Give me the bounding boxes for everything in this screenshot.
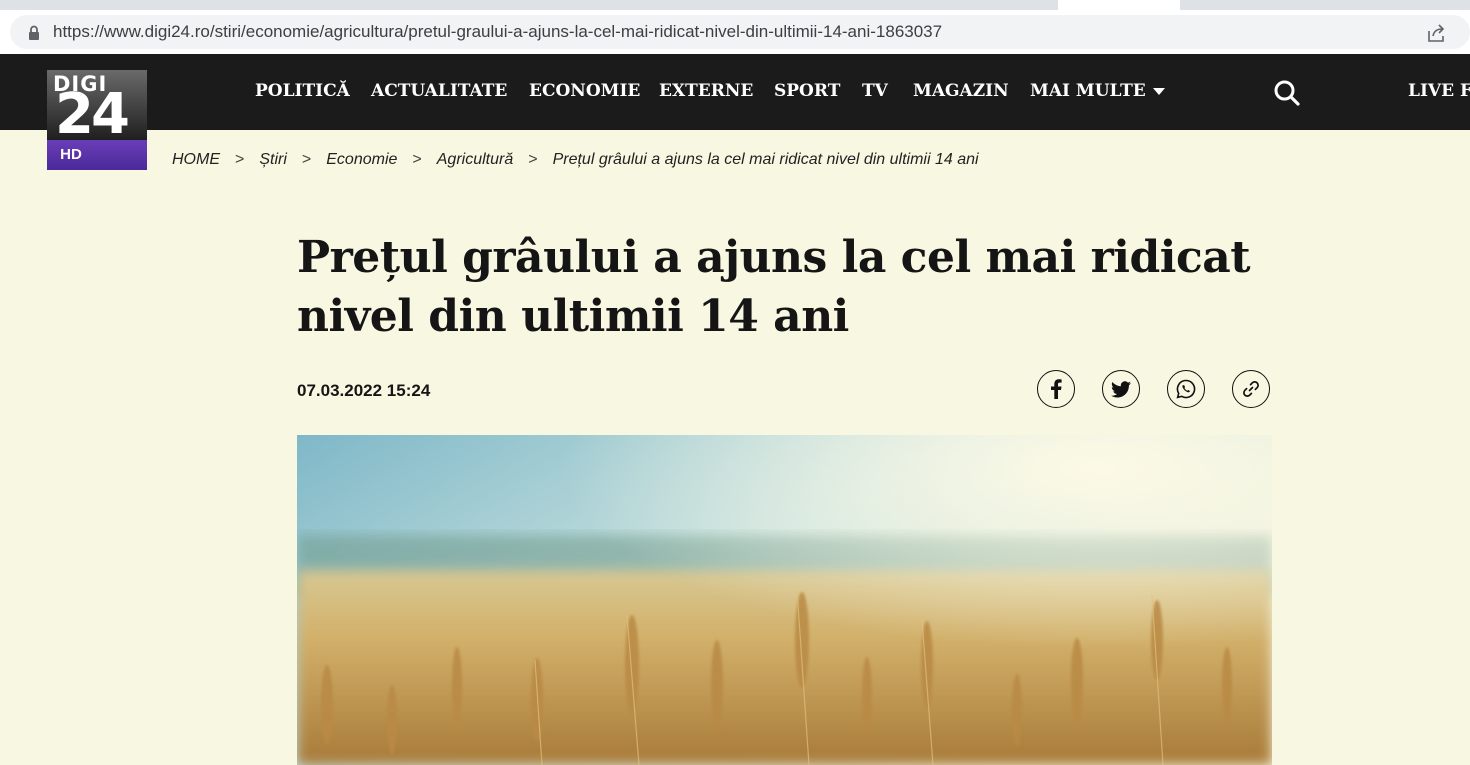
share-twitter-button[interactable] [1102,370,1140,408]
breadcrumb-separator: > [301,151,312,168]
site-navbar: POLITICĂ ACTUALITATE ECONOMIE EXTERNE SP… [0,54,1470,130]
article-date: 07.03.2022 15:24 [297,381,431,400]
browser-tab-active[interactable] [1058,0,1180,10]
breadcrumb-separator: > [235,151,245,168]
chevron-down-icon[interactable] [1153,88,1165,95]
copy-link-button[interactable] [1232,370,1270,408]
digi24-logo[interactable]: DIGI 24 HD [47,70,147,170]
nav-item-sport[interactable]: SPORT [774,81,840,101]
breadcrumb-separator: > [412,151,422,168]
nav-item-politica[interactable]: POLITICĂ [255,81,350,101]
lock-icon [29,25,39,40]
breadcrumb-current: Prețul grâului a ajuns la cel mai ridica… [552,151,979,168]
nav-item-externe[interactable]: EXTERNE [659,81,753,101]
nav-item-tv[interactable]: TV [862,81,888,101]
breadcrumb: HOME > Știri > Economie > Agricultură > Prețul g… [172,151,979,169]
share-page-icon[interactable] [1426,22,1448,44]
nav-item-magazin[interactable]: MAGAZIN [913,81,1009,101]
link-icon [1243,381,1259,397]
breadcrumb-agricultura[interactable]: Agricultură [437,151,513,168]
logo-hd-text: HD [60,146,82,163]
breadcrumb-home[interactable]: HOME [172,151,220,168]
breadcrumb-economie[interactable]: Economie [326,151,397,168]
twitter-icon [1111,380,1131,397]
share-facebook-button[interactable] [1037,370,1075,408]
nav-item-actualitate[interactable]: ACTUALITATE [371,81,507,101]
share-whatsapp-button[interactable] [1167,370,1205,408]
breadcrumb-separator: > [528,151,538,168]
url-text[interactable]: https://www.digi24.ro/stiri/economie/agr… [53,22,942,42]
nav-item-mai-multe[interactable]: MAI MULTE [1030,81,1146,101]
search-icon[interactable] [1272,78,1302,108]
logo-hd-badge: HD [47,140,147,170]
article-hero-image[interactable] [297,435,1272,765]
whatsapp-icon [1176,379,1196,399]
breadcrumb-stiri[interactable]: Știri [259,151,287,168]
nav-item-economie[interactable]: ECONOMIE [529,81,640,101]
logo-24-text: 24 [55,82,130,147]
browser-address-bar: https://www.digi24.ro/stiri/economie/agr… [0,10,1470,54]
nav-item-live[interactable]: LIVE FI [1408,81,1470,101]
article-title: Prețul grâului a ajuns la cel mai ridica… [297,232,1251,342]
facebook-icon [1051,379,1062,399]
browser-tab-strip [0,0,1470,10]
